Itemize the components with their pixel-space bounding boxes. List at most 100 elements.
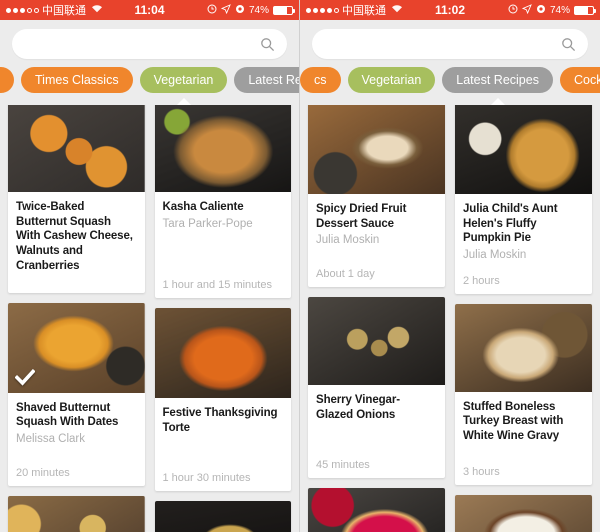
tab-vegetarian[interactable]: Vegetarian — [347, 67, 436, 93]
tab-times-classics[interactable]: Times Classics — [21, 67, 133, 93]
recipe-card[interactable] — [308, 488, 445, 532]
recipe-card[interactable]: Kasha Caliente Tara Parker-Pope 1 hour and… — [154, 102, 292, 298]
recipe-card[interactable] — [8, 495, 145, 532]
side-by-side-screenshots: 中国联通 11:04 74% Times Classics Vegetarian… — [0, 0, 600, 532]
saved-check-icon[interactable] — [15, 368, 35, 387]
recipe-photo — [8, 102, 145, 192]
search-icon[interactable] — [561, 37, 576, 52]
signal-dot — [320, 7, 325, 13]
search-input[interactable] — [24, 36, 260, 52]
tab-label: Latest Recipes — [456, 73, 539, 87]
recipe-title: Spicy Dried Fruit Dessert Sauce — [316, 203, 407, 230]
signal-dot — [6, 7, 11, 13]
search-input[interactable] — [324, 36, 561, 52]
recipe-column-right-2: Julia Child's Aunt Helen's Fluffy Pumpki… — [455, 102, 592, 532]
signal-dot — [20, 7, 25, 13]
recipe-card[interactable]: Festive Thanksgiving Torte 1 hour 30 minu… — [154, 308, 292, 491]
recipe-card[interactable]: Twice-Baked Butternut Squash With Cashew… — [8, 102, 145, 293]
tab-cocktails[interactable]: Cocktails — [559, 67, 600, 93]
recipe-column-left-1: Twice-Baked Butternut Squash With Cashew… — [8, 102, 145, 532]
recipe-card[interactable]: Stuffed Boneless Turkey Breast with Whit… — [455, 303, 592, 485]
wifi-icon — [391, 4, 403, 16]
signal-dot — [313, 7, 318, 13]
recipe-card[interactable]: Julia Child's Aunt Helen's Fluffy Pumpki… — [455, 102, 592, 294]
recipe-card[interactable]: Sherry Vinegar-Glazed Onions 45 minutes — [308, 297, 445, 478]
recipe-photo — [154, 501, 291, 532]
recipe-photo — [455, 102, 592, 194]
recipe-column-right-1: Spicy Dried Fruit Dessert Sauce Julia Mos… — [308, 102, 445, 532]
carrier-label: 中国联通 — [342, 5, 386, 17]
recipe-card[interactable]: Shaved Butternut Squash With Dates Meliss… — [8, 302, 145, 486]
category-tabs-left[interactable]: Times Classics Vegetarian Latest Recipes — [0, 67, 299, 105]
recipe-card-body: Twice-Baked Butternut Squash With Cashew… — [8, 192, 145, 274]
recipe-cook-time — [8, 274, 145, 293]
recipe-author: Julia Moskin — [463, 249, 527, 262]
recipe-cook-time: 3 hours — [463, 465, 500, 478]
screen-left: 中国联通 11:04 74% Times Classics Vegetarian… — [0, 0, 300, 532]
recipe-author: Tara Parker-Pope — [162, 217, 253, 230]
tab-vegetarian[interactable]: Vegetarian — [139, 67, 228, 93]
rotation-lock-icon — [536, 4, 546, 17]
recipe-column-left-2: Kasha Caliente Tara Parker-Pope 1 hour and… — [154, 102, 292, 532]
recipe-title: Stuffed Boneless Turkey Breast with Whit… — [463, 400, 564, 442]
battery-icon — [574, 5, 596, 15]
search-box[interactable] — [12, 29, 287, 59]
recipe-card-body: Sherry Vinegar-Glazed Onions — [308, 385, 445, 447]
recipe-card[interactable] — [154, 501, 291, 532]
recipe-card-body: Spicy Dried Fruit Dessert Sauce Julia Mos… — [308, 194, 445, 256]
recipe-grid-left[interactable]: Twice-Baked Butternut Squash With Cashew… — [0, 102, 299, 532]
recipe-card[interactable]: Spicy Dried Fruit Dessert Sauce Julia Mos… — [308, 102, 445, 287]
tab-latest-recipes[interactable]: Latest Recipes — [234, 67, 299, 93]
wifi-icon — [91, 4, 103, 16]
recipe-photo — [154, 102, 291, 192]
tab-label: Cocktails — [573, 73, 600, 87]
status-bar-left: 中国联通 11:04 74% — [0, 0, 299, 20]
recipe-title: Festive Thanksgiving Torte — [162, 407, 278, 434]
recipe-card-body: Festive Thanksgiving Torte — [155, 398, 292, 460]
tab-label: cs — [314, 73, 327, 87]
search-bar-container-left — [0, 20, 299, 67]
search-icon[interactable] — [260, 37, 275, 52]
recipe-cook-time: 45 minutes — [316, 459, 370, 471]
recipe-author: Melissa Clark — [16, 433, 86, 446]
tab-label: Times Classics — [35, 73, 119, 87]
signal-strength-icon — [6, 7, 39, 13]
recipe-grid-right[interactable]: Spicy Dried Fruit Dessert Sauce Julia Mos… — [300, 102, 600, 532]
status-left-group: 中国联通 — [6, 2, 103, 18]
recipe-card-body: Shaved Butternut Squash With Dates Meliss… — [8, 393, 145, 455]
recipe-photo — [8, 495, 145, 532]
tab-label: Vegetarian — [153, 73, 214, 87]
recipe-cook-time: 1 hour 30 minutes — [162, 472, 251, 484]
tab-label: Vegetarian — [361, 73, 422, 87]
location-icon — [521, 3, 532, 17]
status-left-group: 中国联通 — [306, 2, 403, 18]
category-tabs-right[interactable]: csVegetarianLatest RecipesCocktailsWe — [300, 67, 600, 105]
recipe-author: Julia Moskin — [316, 234, 380, 247]
search-box[interactable] — [312, 29, 588, 59]
signal-dot — [327, 7, 332, 13]
recipe-title: Twice-Baked Butternut Squash With Cashew… — [16, 201, 133, 272]
status-bar-right: 中国联通 11:02 74% — [300, 0, 600, 20]
recipe-card-body: Julia Child's Aunt Helen's Fluffy Pumpki… — [455, 194, 592, 263]
search-bar-container-right — [300, 20, 600, 67]
signal-dot — [306, 7, 311, 13]
recipe-cook-time: 20 minutes — [16, 466, 70, 479]
tab-latest-recipes[interactable]: Latest Recipes — [442, 67, 553, 93]
recipe-cook-time: 2 hours — [463, 274, 500, 287]
status-right-group: 74% — [508, 3, 596, 17]
battery-percent-label: 74% — [549, 4, 570, 16]
screen-right: 中国联通 11:02 74% cs Vegetarian Latest Reci… — [300, 0, 600, 532]
recipe-photo — [455, 303, 592, 392]
location-icon — [220, 3, 231, 17]
recipe-card-body: Kasha Caliente Tara Parker-Pope — [155, 192, 292, 267]
tab-partial-left[interactable] — [0, 67, 14, 93]
recipe-card[interactable] — [455, 494, 592, 532]
tab-cs[interactable]: cs — [300, 67, 341, 93]
recipe-title: Sherry Vinegar-Glazed Onions — [316, 394, 400, 421]
battery-percent-label: 74% — [248, 4, 269, 16]
recipe-photo — [154, 308, 291, 398]
active-tab-pointer — [176, 98, 192, 105]
signal-dot — [34, 7, 39, 13]
signal-strength-icon — [306, 7, 339, 13]
rotation-lock-icon — [235, 4, 245, 17]
